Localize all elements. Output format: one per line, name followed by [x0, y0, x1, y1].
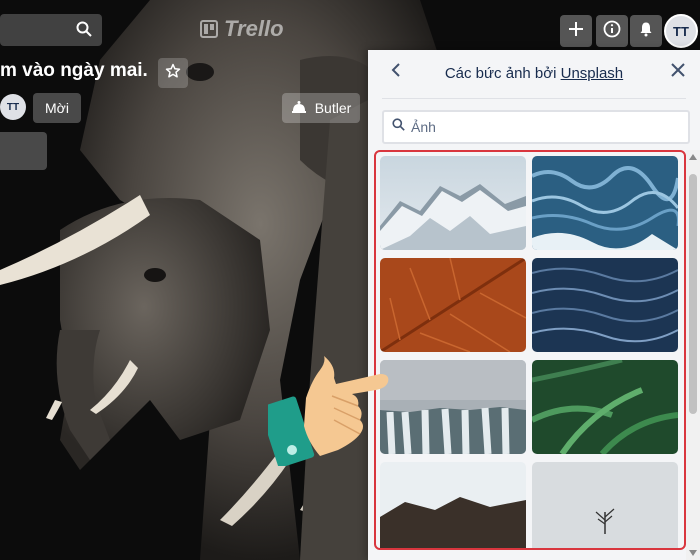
photo-thumbnail-autumn-leaf[interactable] — [380, 258, 526, 352]
bell-icon — [638, 21, 654, 42]
list-card-stub[interactable] — [0, 132, 47, 170]
user-avatar[interactable]: TT — [664, 14, 698, 48]
close-panel-button[interactable] — [668, 62, 688, 82]
search-icon — [392, 118, 405, 136]
photo-thumbnail-lone-tree[interactable] — [532, 462, 678, 548]
butler-button[interactable]: Butler — [282, 93, 360, 123]
photo-thumbnail-snowy-mountain[interactable] — [380, 156, 526, 250]
star-board-button[interactable] — [158, 58, 188, 88]
invite-button[interactable]: Mời — [33, 93, 81, 123]
panel-scrollbar[interactable] — [686, 150, 700, 560]
info-icon — [603, 20, 621, 43]
scrollbar-thumb[interactable] — [689, 174, 697, 414]
scroll-down-arrow-icon[interactable] — [689, 550, 697, 556]
photo-thumbnail-frozen-waterfall[interactable] — [380, 360, 526, 454]
photo-thumbnail-dark-hills[interactable] — [380, 462, 526, 548]
panel-header: Các bức ảnh bởi Unsplash — [368, 50, 700, 96]
close-icon — [671, 62, 685, 82]
photo-thumbnail-ocean-waves[interactable] — [532, 156, 678, 250]
photo-search-field[interactable] — [382, 110, 690, 144]
butler-label: Butler — [314, 100, 352, 116]
member-avatar[interactable]: TT — [0, 94, 26, 120]
panel-title-prefix: Các bức ảnh bởi — [444, 64, 561, 82]
butler-bell-icon — [291, 100, 307, 117]
panel-divider — [382, 98, 686, 99]
scroll-up-arrow-icon[interactable] — [689, 154, 697, 160]
add-button[interactable] — [560, 15, 592, 47]
plus-icon — [568, 21, 584, 42]
unsplash-link[interactable]: Unsplash — [561, 65, 624, 82]
pointing-hand-icon — [268, 356, 389, 466]
star-icon — [165, 63, 181, 84]
board-title[interactable]: m vào ngày mai. — [0, 60, 148, 82]
trello-logo-icon — [200, 20, 218, 38]
photo-thumbnail-fern-leaves[interactable] — [532, 360, 678, 454]
trello-logo[interactable]: Trello — [200, 16, 284, 42]
photo-gallery — [374, 150, 686, 550]
info-button[interactable] — [596, 15, 628, 47]
photo-search-input[interactable] — [411, 119, 671, 135]
notifications-button[interactable] — [630, 15, 662, 47]
trello-logo-text: Trello — [224, 16, 284, 41]
photo-thumbnail-dark-sea[interactable] — [532, 258, 678, 352]
header-search-box[interactable] — [0, 14, 102, 46]
unsplash-photos-panel: Các bức ảnh bởi Unsplash — [368, 50, 700, 560]
search-icon — [76, 21, 92, 42]
panel-title: Các bức ảnh bởi Unsplash — [445, 65, 623, 82]
